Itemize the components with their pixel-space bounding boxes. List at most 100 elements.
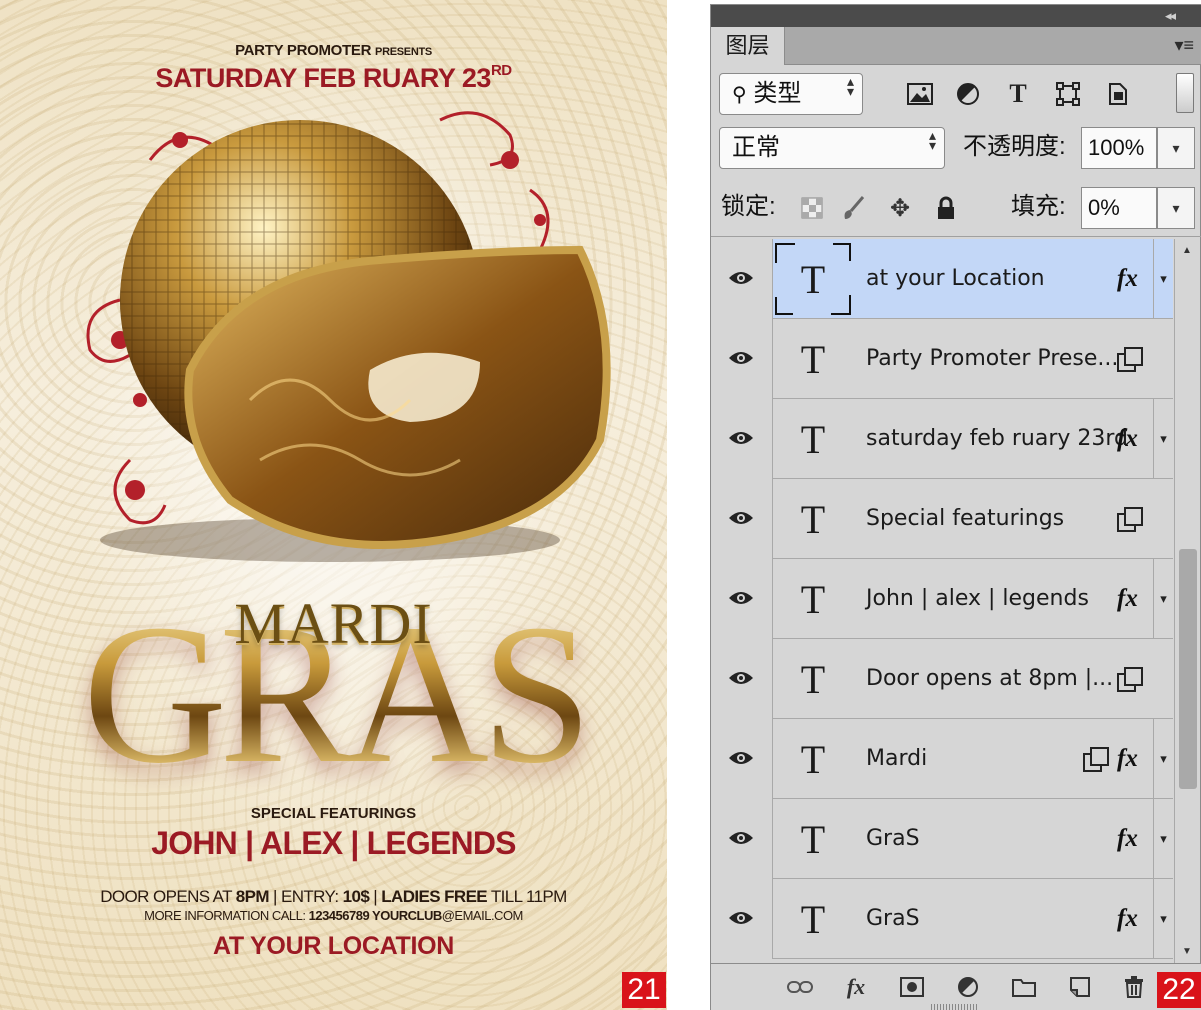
link-layers-icon[interactable] bbox=[785, 972, 815, 1002]
layer-name[interactable]: at your Location bbox=[866, 239, 1045, 319]
lock-position-move-icon[interactable]: ✥ bbox=[883, 191, 917, 225]
layer-row[interactable]: T Mardi fx ▾ bbox=[711, 719, 1173, 799]
opacity-field[interactable]: 100% bbox=[1081, 127, 1157, 169]
expand-effects-arrow-icon[interactable]: ▾ bbox=[1153, 239, 1173, 319]
add-layer-style-fx-icon[interactable]: fx bbox=[841, 972, 871, 1002]
type-t-icon: T bbox=[800, 656, 826, 702]
layer-row[interactable]: T at your Location fx ▾ bbox=[711, 239, 1173, 319]
scroll-up-icon[interactable]: ▲ bbox=[1182, 245, 1192, 256]
layer-row[interactable]: T saturday feb ruary 23rd fx ▾ bbox=[711, 399, 1173, 479]
door-ladies: LADIES FREE bbox=[381, 887, 488, 906]
eye-icon bbox=[727, 507, 755, 529]
layers-bottom-toolbar: fx bbox=[711, 963, 1201, 1010]
filter-type-layers-icon[interactable]: T bbox=[1001, 77, 1035, 111]
filter-type-select[interactable]: ⚲ 类型 ▴ ▾ bbox=[719, 73, 863, 115]
layer-name[interactable]: GraS bbox=[866, 879, 920, 959]
collapse-panel-icon[interactable]: ◂◂ bbox=[1165, 5, 1176, 27]
layer-name[interactable]: GraS bbox=[866, 799, 920, 879]
lock-transparent-pixels-icon[interactable] bbox=[795, 191, 829, 225]
opacity-dropdown[interactable]: ▾ bbox=[1157, 127, 1195, 169]
new-adjustment-layer-icon[interactable] bbox=[953, 972, 983, 1002]
layer-list-scrollbar[interactable]: ▲ ▼ bbox=[1174, 239, 1200, 963]
visibility-toggle[interactable] bbox=[711, 399, 773, 479]
visibility-toggle[interactable] bbox=[711, 239, 773, 319]
resize-grip[interactable] bbox=[931, 1004, 979, 1010]
date-text: SATURDAY FEB RUARY 23 bbox=[155, 63, 491, 93]
tab-layers[interactable]: 图层 bbox=[711, 27, 785, 65]
more-info: MORE INFORMATION CALL: 123456789 YOURCLU… bbox=[0, 908, 667, 923]
headliners: JOHN | ALEX | LEGENDS bbox=[151, 825, 516, 861]
filter-adjustment-layers-icon[interactable] bbox=[951, 77, 985, 111]
door-suffix: TILL 11PM bbox=[487, 887, 567, 906]
expand-effects-arrow-icon[interactable]: ▾ bbox=[1153, 879, 1173, 959]
layer-name[interactable]: Party Promoter Prese... bbox=[866, 319, 1118, 399]
layer-name[interactable]: saturday feb ruary 23rd bbox=[866, 399, 1128, 479]
eye-icon bbox=[727, 667, 755, 689]
layer-row[interactable]: T Door opens at 8pm |... bbox=[711, 639, 1173, 719]
layer-row[interactable]: T GraS fx ▾ bbox=[711, 799, 1173, 879]
filter-toggle-switch[interactable] bbox=[1176, 73, 1194, 113]
filter-smart-objects-icon[interactable] bbox=[1101, 77, 1135, 111]
more-phone: 123456789 YOURCLUB bbox=[308, 908, 443, 923]
fx-effects-icon[interactable]: fx bbox=[1117, 399, 1138, 479]
panel-titlebar: ◂◂ bbox=[711, 5, 1201, 27]
panel-menu-icon[interactable]: ▾≡ bbox=[1174, 35, 1194, 56]
visibility-toggle[interactable] bbox=[711, 719, 773, 799]
expand-effects-arrow-icon[interactable]: ▾ bbox=[1153, 399, 1173, 479]
eye-icon bbox=[727, 347, 755, 369]
lock-all-padlock-icon[interactable] bbox=[929, 191, 963, 225]
presenter-small: PRESENTS bbox=[375, 46, 432, 58]
blend-mode-select[interactable]: 正常 ▴ ▾ bbox=[719, 127, 945, 169]
fill-dropdown[interactable]: ▾ bbox=[1157, 187, 1195, 229]
type-t-icon: T bbox=[800, 896, 826, 942]
delete-layer-trash-icon[interactable] bbox=[1119, 972, 1149, 1002]
filter-pixel-layers-icon[interactable] bbox=[903, 77, 937, 111]
layer-row[interactable]: T John | alex | legends fx ▾ bbox=[711, 559, 1173, 639]
updown-arrows-icon: ▴ ▾ bbox=[928, 127, 936, 153]
type-t-icon: T bbox=[800, 416, 826, 462]
linked-layer-icon bbox=[1083, 747, 1109, 772]
fx-effects-icon[interactable]: fx bbox=[1117, 559, 1138, 639]
blend-row: 正常 ▴ ▾ 不透明度: 100% ▾ bbox=[711, 125, 1201, 181]
visibility-toggle[interactable] bbox=[711, 639, 773, 719]
more-suffix: @EMAIL.COM bbox=[441, 908, 524, 923]
expand-effects-arrow-icon[interactable]: ▾ bbox=[1153, 559, 1173, 639]
layer-name[interactable]: Special featurings bbox=[866, 479, 1064, 559]
layer-name[interactable]: John | alex | legends bbox=[866, 559, 1089, 639]
fx-effects-icon[interactable]: fx bbox=[1117, 239, 1138, 319]
type-layer-thumbnail: T bbox=[775, 403, 851, 475]
new-group-folder-icon[interactable] bbox=[1009, 972, 1039, 1002]
opacity-label: 不透明度: bbox=[963, 133, 1066, 160]
expand-effects-arrow-icon[interactable]: ▾ bbox=[1153, 719, 1173, 799]
layer-row[interactable]: T GraS fx ▾ bbox=[711, 879, 1173, 959]
fill-field[interactable]: 0% bbox=[1081, 187, 1157, 229]
chevron-down-icon: ▾ bbox=[1172, 140, 1180, 156]
scrollbar-thumb[interactable] bbox=[1179, 549, 1197, 789]
layer-name[interactable]: Door opens at 8pm |... bbox=[866, 639, 1113, 719]
updown-arrows-icon: ▴ ▾ bbox=[846, 73, 854, 99]
type-t-icon: T bbox=[800, 576, 826, 622]
fx-effects-icon[interactable]: fx bbox=[1117, 879, 1138, 959]
type-layer-thumbnail: T bbox=[775, 563, 851, 635]
fx-effects-icon[interactable]: fx bbox=[1117, 799, 1138, 879]
new-layer-icon[interactable] bbox=[1065, 972, 1095, 1002]
visibility-toggle[interactable] bbox=[711, 799, 773, 879]
visibility-toggle[interactable] bbox=[711, 319, 773, 399]
visibility-toggle[interactable] bbox=[711, 479, 773, 559]
visibility-toggle[interactable] bbox=[711, 879, 773, 959]
visibility-toggle[interactable] bbox=[711, 559, 773, 639]
add-layer-mask-icon[interactable] bbox=[897, 972, 927, 1002]
lock-image-pixels-brush-icon[interactable] bbox=[837, 191, 871, 225]
layer-row[interactable]: T Special featurings bbox=[711, 479, 1173, 559]
type-t-icon: T bbox=[800, 816, 826, 862]
scroll-down-icon[interactable]: ▼ bbox=[1182, 946, 1192, 957]
location: AT YOUR LOCATION bbox=[212, 932, 455, 960]
layer-row[interactable]: T Party Promoter Prese... bbox=[711, 319, 1173, 399]
filter-shape-layers-icon[interactable] bbox=[1051, 77, 1085, 111]
blend-mode-value: 正常 bbox=[732, 134, 780, 161]
eye-icon bbox=[727, 747, 755, 769]
layer-name[interactable]: Mardi bbox=[866, 719, 927, 799]
fx-effects-icon[interactable]: fx bbox=[1117, 719, 1138, 799]
layers-panel: ◂◂ 图层 ▾≡ ⚲ 类型 ▴ ▾ T 正常 ▴ ▾ 不透明度: 100% ▾ … bbox=[710, 4, 1201, 1010]
expand-effects-arrow-icon[interactable]: ▾ bbox=[1153, 799, 1173, 879]
